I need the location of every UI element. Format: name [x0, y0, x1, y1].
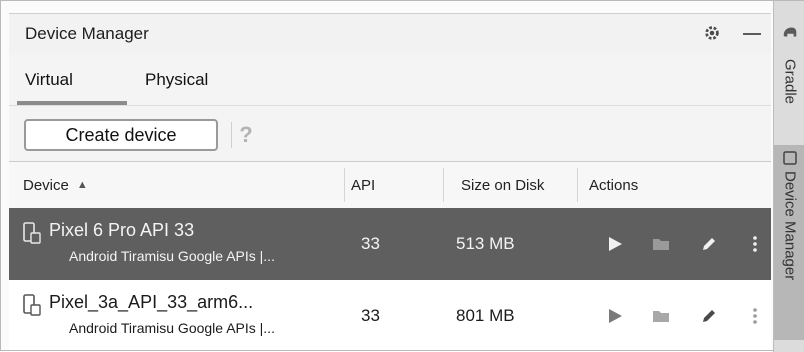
column-header-api[interactable]: API [351, 162, 375, 208]
gear-icon[interactable] [703, 24, 721, 42]
column-divider [443, 168, 444, 202]
table-header: Device ▲ API Size on Disk Actions [9, 161, 771, 209]
device-api: 33 [361, 306, 380, 325]
help-icon[interactable]: ? [231, 120, 261, 150]
play-icon[interactable] [605, 234, 625, 254]
panel-title: Device Manager [25, 23, 149, 43]
table-row[interactable]: Pixel_3a_API_33_arm6... Android Tiramisu… [9, 280, 771, 350]
device-size: 801 MB [456, 306, 515, 325]
table-row[interactable]: Pixel 6 Pro API 33 Android Tiramisu Goog… [9, 208, 771, 280]
sidebar-tab-gradle[interactable]: Gradle [774, 55, 804, 145]
folder-icon[interactable] [651, 234, 671, 254]
column-header-device-label: Device [23, 176, 69, 194]
title-bar: Device Manager [9, 13, 771, 53]
create-device-button[interactable]: Create device [24, 119, 218, 151]
folder-icon[interactable] [651, 306, 671, 326]
pencil-icon[interactable] [699, 234, 719, 254]
more-vertical-icon[interactable] [745, 234, 765, 254]
phone-icon [23, 294, 41, 316]
column-header-size[interactable]: Size on Disk [461, 162, 544, 208]
sidebar-tab-gradle-label: Gradle [781, 59, 799, 105]
column-divider [344, 168, 345, 202]
device-name: Pixel 6 Pro API 33 [49, 220, 195, 240]
device-manager-window: Device Manager Virtual Physical Create d… [0, 0, 804, 352]
column-header-actions: Actions [589, 176, 639, 194]
sort-ascending-icon: ▲ [76, 179, 88, 191]
pencil-icon[interactable] [699, 306, 719, 326]
device-size: 513 MB [456, 234, 515, 253]
tab-bar: Virtual Physical [9, 53, 771, 105]
device-name: Pixel_3a_API_33_arm6... [49, 292, 254, 312]
device-api: 33 [361, 234, 380, 253]
phone-icon [783, 151, 797, 165]
column-divider [577, 168, 578, 202]
sidebar-tab-device-manager-label: Device Manager [781, 171, 799, 281]
sidebar-tab-device-manager[interactable]: Device Manager [774, 145, 804, 340]
phone-icon [23, 222, 41, 244]
elephant-icon [783, 27, 797, 37]
play-icon[interactable] [605, 306, 625, 326]
minimize-icon[interactable] [743, 33, 761, 35]
tool-window-strip: Gradle Device Manager [773, 1, 804, 352]
more-vertical-icon[interactable] [745, 306, 765, 326]
tab-virtual[interactable]: Virtual [25, 70, 73, 90]
tab-physical[interactable]: Physical [145, 70, 208, 90]
column-header-device[interactable]: Device ▲ [23, 162, 343, 208]
device-subtitle: Android Tiramisu Google APIs |... [69, 320, 275, 336]
device-subtitle: Android Tiramisu Google APIs |... [69, 248, 275, 264]
toolbar: Create device ? [9, 105, 771, 162]
